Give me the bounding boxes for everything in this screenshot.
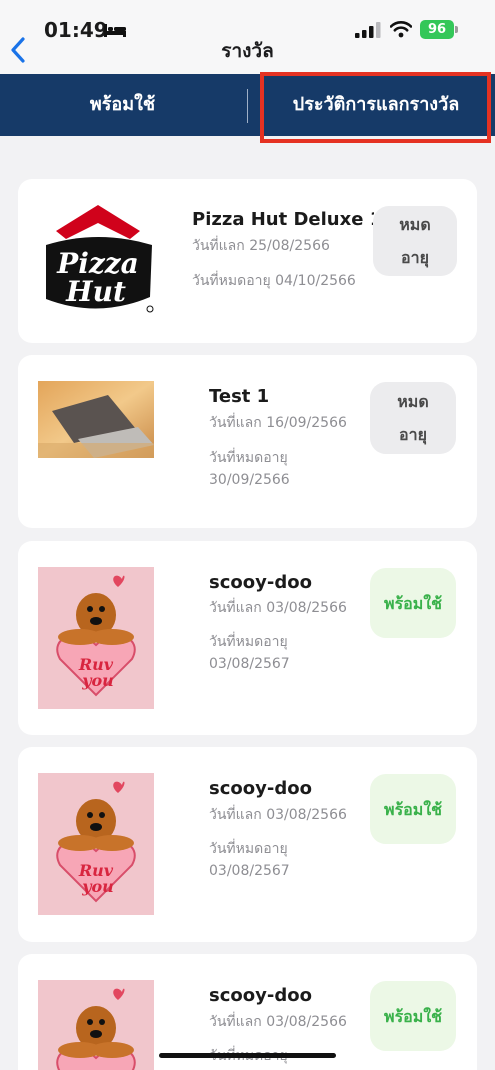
expiry-date: วันที่หมดอายุ 03/08/2567 xyxy=(209,841,290,879)
status-bar: 01:49 96 รางวัล xyxy=(0,0,495,74)
picture-text-bottom: you xyxy=(81,671,114,690)
pizza-hut-logo: Pizza Hut xyxy=(46,205,154,313)
redeem-date: วันที่แลก 16/09/2566 xyxy=(209,415,347,431)
redeem-date: วันที่แลก 03/08/2566 xyxy=(209,1014,347,1030)
reward-name: scooy-doo xyxy=(209,572,312,593)
highlight-box xyxy=(260,72,491,143)
tab-ready[interactable]: พร้อมใช้ xyxy=(0,74,245,136)
reward-name: Pizza Hut Deluxe 1... xyxy=(192,209,374,230)
pizza-logo-line2: Hut xyxy=(65,275,126,308)
reward-card[interactable]: Ruv you scooy-doo วันที่แลก 03/08/2566 ว… xyxy=(18,541,477,735)
expiry-date: วันที่หมดอายุ 03/08/2567 xyxy=(209,634,290,672)
picture-text-bottom: you xyxy=(81,877,114,896)
tab-divider xyxy=(247,89,248,123)
expiry-date: วันที่หมดอายุ 04/10/2566 xyxy=(192,273,356,289)
reward-card[interactable]: Pizza Hut Pizza Hut Deluxe 1... วันที่แล… xyxy=(18,179,477,343)
status-badge: พร้อมใช้ xyxy=(370,774,456,844)
home-indicator xyxy=(159,1053,336,1058)
reward-card[interactable]: Test 1 วันที่แลก 16/09/2566 วันที่หมดอาย… xyxy=(18,355,477,528)
reward-name: scooy-doo xyxy=(209,778,312,799)
reward-name: scooy-doo xyxy=(209,985,312,1006)
status-badge: พร้อมใช้ xyxy=(370,981,456,1051)
expiry-date: วันที่หมดอายุ 30/09/2566 xyxy=(209,450,290,488)
status-badge: หมดอายุ xyxy=(373,206,457,276)
scooby-doo-picture: Ruv you xyxy=(38,567,154,709)
scooby-doo-picture: Ruv you xyxy=(38,773,154,915)
status-badge: หมดอายุ xyxy=(370,382,456,454)
reward-name: Test 1 xyxy=(209,386,270,407)
redeem-date: วันที่แลก 03/08/2566 xyxy=(209,600,347,616)
reward-card[interactable]: Ruv you scooy-doo วันที่แลก 03/08/2566 ว… xyxy=(18,747,477,942)
scooby-doo-picture xyxy=(38,980,154,1070)
redeem-date: วันที่แลก 25/08/2566 xyxy=(192,238,330,254)
laptop-photo xyxy=(38,381,154,458)
status-badge: พร้อมใช้ xyxy=(370,568,456,638)
page-title: รางวัล xyxy=(221,40,274,62)
redeem-date: วันที่แลก 03/08/2566 xyxy=(209,807,347,823)
